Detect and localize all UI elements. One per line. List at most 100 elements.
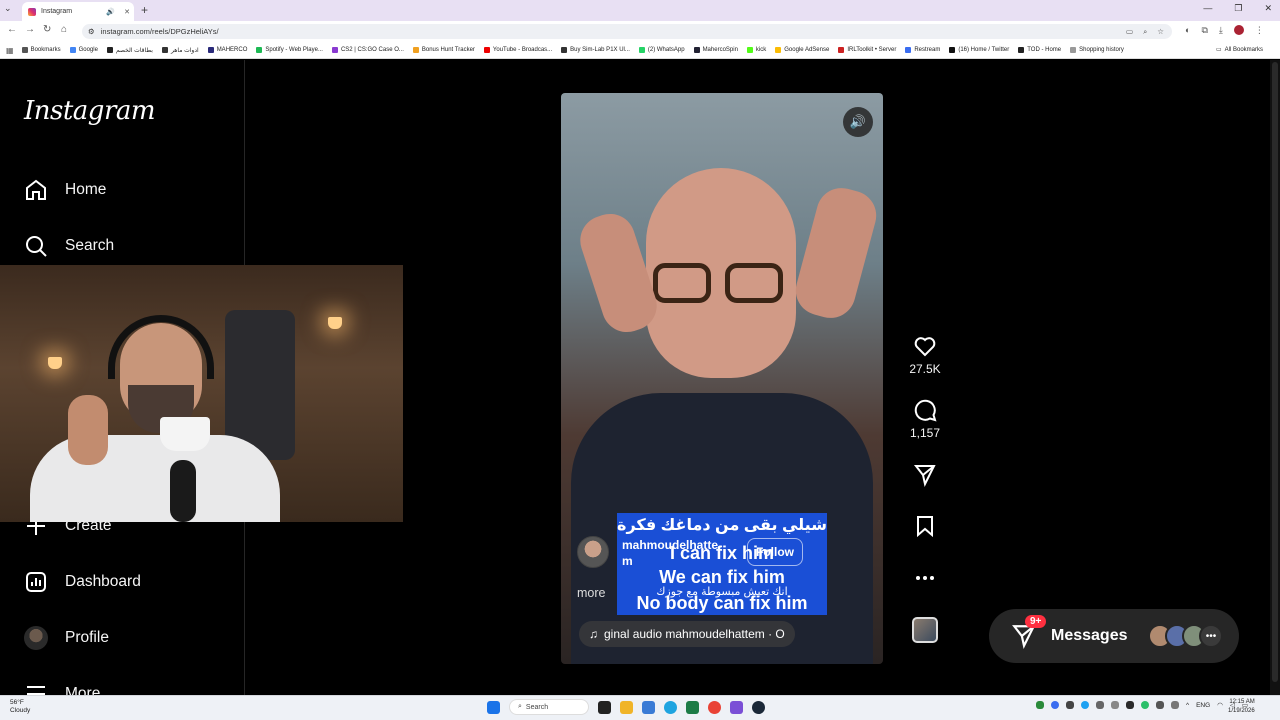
profile-avatar[interactable] bbox=[1233, 25, 1244, 37]
messages-button[interactable]: 9+ Messages ••• bbox=[989, 609, 1239, 663]
site-info-icon[interactable]: ⚙ bbox=[88, 27, 95, 36]
sidebar-item-home[interactable]: Home bbox=[24, 178, 106, 202]
tab-search-icon[interactable]: ⌄ bbox=[4, 3, 12, 14]
bookmark-label: ادوات ماهر bbox=[170, 47, 199, 54]
bookmark-item[interactable]: Bonus Hunt Tracker bbox=[412, 47, 475, 54]
volume-icon[interactable]: 🔊 bbox=[843, 107, 873, 137]
bookmark-item[interactable]: Restream bbox=[905, 47, 940, 54]
webcam-overlay bbox=[0, 265, 403, 522]
steam-icon[interactable] bbox=[752, 700, 765, 714]
bookmark-favicon-icon bbox=[1070, 47, 1077, 53]
tray-app-icon[interactable] bbox=[1081, 701, 1089, 709]
comment-button[interactable]: 1,157 bbox=[905, 398, 945, 440]
edge-icon[interactable] bbox=[664, 700, 677, 714]
tray-app-icon[interactable] bbox=[1111, 701, 1119, 709]
bookmark-item[interactable]: Google bbox=[69, 47, 98, 54]
all-bookmarks[interactable]: ▭ All Bookmarks bbox=[1215, 46, 1263, 54]
weather-condition: Cloudy bbox=[10, 707, 31, 714]
audio-link[interactable]: ♫ ginal audio mahmoudelhattem · O bbox=[579, 621, 795, 647]
tray-app-icon[interactable] bbox=[1156, 701, 1164, 709]
bookmark-star-icon[interactable]: ☆ bbox=[1157, 27, 1164, 37]
forward-icon[interactable]: → bbox=[25, 24, 35, 35]
bookmark-favicon-icon bbox=[949, 47, 956, 53]
extension-icon[interactable]: ◐ bbox=[1185, 25, 1190, 37]
back-icon[interactable]: ← bbox=[7, 24, 17, 35]
taskbar-search[interactable]: ⌕ Search bbox=[509, 699, 589, 715]
tray-app-icon[interactable] bbox=[1036, 701, 1044, 709]
wifi-icon[interactable]: ◠ bbox=[1217, 701, 1223, 709]
tray-app-icon[interactable] bbox=[1066, 701, 1074, 709]
tray-app-icon[interactable] bbox=[1051, 701, 1059, 709]
bookmark-label: kick bbox=[755, 47, 767, 53]
bookmark-item[interactable]: CS2 | CS:GO Case O... bbox=[331, 47, 404, 54]
bookmark-item[interactable]: kick bbox=[746, 47, 767, 54]
bookmark-item[interactable]: (16) Home / Twitter bbox=[949, 47, 1009, 54]
comment-count: 1,157 bbox=[909, 426, 941, 440]
maximize-icon[interactable]: ❐ bbox=[1234, 3, 1242, 14]
new-tab-button[interactable]: + bbox=[141, 3, 148, 17]
chrome-icon[interactable] bbox=[708, 700, 721, 714]
bookmark-item[interactable]: MAHERCO bbox=[207, 47, 247, 54]
file-explorer-icon[interactable] bbox=[620, 700, 633, 714]
address-bar[interactable]: ⚙ instagram.com/reels/DPGzHeliAYs/ ▭ ⌕ ☆ bbox=[82, 24, 1172, 39]
instagram-logo[interactable]: Instagram bbox=[24, 96, 156, 126]
windows-start-icon[interactable] bbox=[487, 700, 500, 714]
taskbar-clock[interactable]: 12:15 AM 1/19/2026 bbox=[1228, 698, 1255, 716]
coffee-cup bbox=[160, 417, 210, 451]
weather-widget[interactable]: 56°F Cloudy bbox=[10, 699, 30, 715]
bookmark-item[interactable]: Bookmarks bbox=[21, 47, 61, 54]
download-icon[interactable]: ⤓ bbox=[1219, 25, 1223, 37]
minimize-icon[interactable]: — bbox=[1203, 3, 1212, 14]
sidebar-item-label: Search bbox=[65, 237, 115, 254]
toolbar-actions: ◐ ⧉ ⤓ ⋮ bbox=[1185, 25, 1264, 37]
bookmark-item[interactable]: Spotify - Web Playe... bbox=[256, 47, 323, 54]
system-tray: ^ ENG ◠ ◁ ▭ bbox=[1036, 701, 1248, 709]
tab-audio-icon[interactable]: 🔊 bbox=[106, 8, 115, 16]
caption-more-link[interactable]: more bbox=[577, 586, 605, 600]
bookmark-item[interactable]: TOD - Home bbox=[1018, 47, 1061, 54]
folder-icon: ▭ bbox=[1215, 47, 1222, 53]
extensions-puzzle-icon[interactable]: ⧉ bbox=[1201, 25, 1207, 37]
bookmark-favicon-icon bbox=[161, 47, 168, 53]
like-button[interactable]: 27.5K bbox=[905, 334, 945, 376]
bookmark-item[interactable]: MahercoSpin bbox=[693, 47, 738, 54]
bookmark-item[interactable]: YouTube - Broadcas... bbox=[483, 47, 552, 54]
reel-author-avatar[interactable] bbox=[577, 536, 609, 568]
bookmark-item[interactable]: (2) WhatsApp bbox=[638, 47, 685, 54]
bookmark-item[interactable]: Buy Sim-Lab P1X Ul... bbox=[561, 47, 630, 54]
zoom-icon[interactable]: ⌕ bbox=[1143, 27, 1147, 37]
store-icon[interactable] bbox=[642, 700, 655, 714]
bookmark-item[interactable]: IRLToolkit • Server bbox=[838, 47, 896, 54]
tray-app-icon[interactable] bbox=[1141, 701, 1149, 709]
bookmark-item[interactable]: بطاقات الخصم bbox=[106, 47, 153, 54]
reload-icon[interactable]: ↻ bbox=[43, 24, 51, 35]
more-options-button[interactable] bbox=[905, 566, 945, 594]
audio-thumbnail[interactable] bbox=[912, 617, 938, 643]
sidebar-item-profile[interactable]: Profile bbox=[24, 626, 109, 650]
save-button[interactable] bbox=[905, 514, 945, 542]
apps-grid-icon[interactable]: ▦ bbox=[6, 46, 14, 55]
sidebar-item-search[interactable]: Search bbox=[24, 234, 114, 258]
reel-username[interactable]: mahmoudelhatte m bbox=[622, 537, 722, 569]
bookmark-item[interactable]: Google AdSense bbox=[775, 47, 829, 54]
browser-menu-icon[interactable]: ⋮ bbox=[1255, 25, 1264, 37]
tray-app-icon[interactable] bbox=[1126, 701, 1134, 709]
install-app-icon[interactable]: ▭ bbox=[1126, 27, 1133, 37]
app-icon[interactable] bbox=[730, 700, 743, 714]
home-browser-icon[interactable]: ⌂ bbox=[61, 24, 67, 35]
bookmark-item[interactable]: ادوات ماهر bbox=[161, 47, 199, 54]
close-window-icon[interactable]: ✕ bbox=[1264, 3, 1272, 14]
tray-app-icon[interactable] bbox=[1171, 701, 1179, 709]
tray-app-icon[interactable] bbox=[1096, 701, 1104, 709]
follow-button[interactable]: Follow bbox=[747, 538, 803, 566]
chevron-up-icon[interactable]: ^ bbox=[1186, 702, 1189, 709]
bookmark-item[interactable]: Shopping history bbox=[1070, 47, 1124, 54]
sidebar-item-dashboard[interactable]: Dashboard bbox=[24, 570, 141, 594]
language-indicator[interactable]: ENG bbox=[1196, 702, 1210, 709]
scrollbar-thumb[interactable] bbox=[1272, 62, 1278, 682]
tab-close-icon[interactable]: ✕ bbox=[124, 8, 130, 16]
task-view-icon[interactable] bbox=[598, 700, 611, 714]
excel-icon[interactable] bbox=[686, 700, 699, 714]
browser-tab[interactable]: Instagram 🔊 ✕ bbox=[22, 2, 134, 21]
share-button[interactable] bbox=[905, 463, 945, 491]
